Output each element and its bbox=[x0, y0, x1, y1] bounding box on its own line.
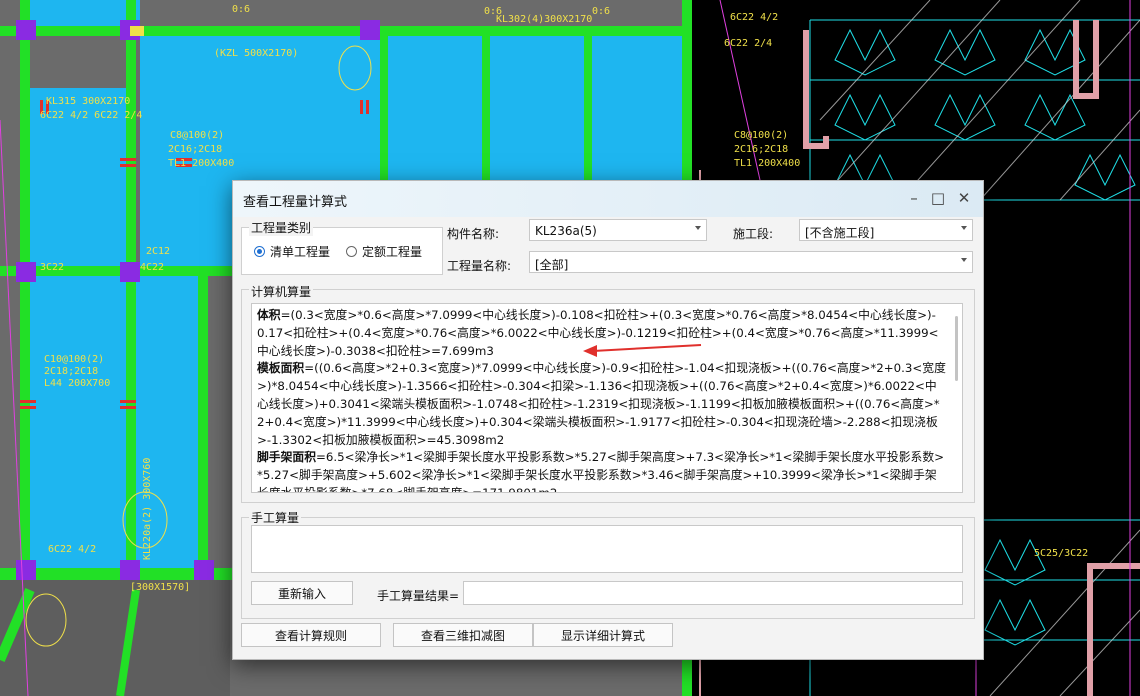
radio-quota-qty[interactable]: 定额工程量 bbox=[346, 243, 422, 260]
manual-result-label: 手工算量结果= bbox=[377, 589, 460, 603]
manual-result-input[interactable] bbox=[463, 581, 963, 605]
formula-textarea[interactable]: 体积=(0.3<宽度>*0.6<高度>*7.0999<中心线长度>)-0.108… bbox=[251, 303, 963, 493]
component-name-select[interactable]: KL236a(5) bbox=[529, 219, 707, 241]
cad-text: 2C16;2C18 bbox=[168, 144, 222, 155]
cad-text: 2C12 bbox=[146, 246, 170, 257]
cad-beam bbox=[584, 26, 592, 180]
radio-bill-qty-label: 清单工程量 bbox=[270, 245, 331, 259]
qty-name-value: [全部] bbox=[535, 258, 569, 272]
minimize-icon[interactable]: – bbox=[903, 187, 925, 209]
cad-column bbox=[360, 20, 380, 40]
cad-text: 6C22 4/2 bbox=[730, 12, 778, 23]
cad-beam bbox=[198, 270, 208, 580]
radio-selected-icon bbox=[254, 246, 265, 257]
maximize-icon[interactable]: □ bbox=[927, 187, 949, 209]
cad-column bbox=[16, 20, 36, 40]
component-name-value: KL236a(5) bbox=[535, 224, 597, 238]
reenter-button[interactable]: 重新输入 bbox=[251, 581, 353, 605]
construction-section-label: 施工段: bbox=[733, 227, 774, 241]
cad-text: L44 200X700 bbox=[44, 378, 110, 389]
close-icon[interactable]: ✕ bbox=[953, 187, 975, 209]
cad-lower-area bbox=[0, 580, 230, 696]
qty-name-select[interactable]: [全部] bbox=[529, 251, 973, 273]
cad-text: C10@100(2) bbox=[44, 354, 104, 365]
construction-section-value: [不含施工段] bbox=[805, 226, 875, 240]
cad-text: 2C18;2C18 bbox=[44, 366, 98, 377]
cad-text: 0:6 bbox=[592, 6, 610, 17]
manual-calc-label: 手工算量 bbox=[249, 509, 302, 526]
formula-name: 模板面积 bbox=[257, 361, 305, 376]
cad-text: 6C22 4/2 bbox=[48, 544, 96, 555]
view-rules-button[interactable]: 查看计算规则 bbox=[241, 623, 381, 647]
view-3d-button[interactable]: 查看三维扣减图 bbox=[393, 623, 533, 647]
cad-text: C8@100(2) bbox=[734, 130, 788, 141]
cad-marker bbox=[130, 26, 144, 36]
formula-entry-formwork: 模板面积=((0.6<高度>*2+0.3<宽度>)*7.0999<中心线长度>)… bbox=[257, 360, 947, 449]
cad-column bbox=[16, 262, 36, 282]
cad-text: 0:6 bbox=[232, 4, 250, 15]
dialog-title: 查看工程量计算式 bbox=[243, 195, 348, 210]
formula-name: 体积 bbox=[257, 308, 281, 322]
cad-column bbox=[194, 560, 214, 580]
formula-name: 脚手架面积 bbox=[257, 450, 316, 465]
cad-text: 4C22 bbox=[140, 262, 164, 273]
cad-column bbox=[120, 560, 140, 580]
cad-text: [300X1570] bbox=[130, 582, 190, 593]
cad-text: 5C25/3C22 bbox=[1034, 548, 1088, 559]
show-detail-button[interactable]: 显示详细计算式 bbox=[533, 623, 673, 647]
formula-entry-scaffold: 脚手架面积=6.5<梁净长>*1<梁脚手架长度水平投影系数>*5.27<脚手架高… bbox=[257, 449, 947, 493]
chevron-down-icon bbox=[961, 258, 967, 262]
cad-text: 6C22 4/2 6C22 2/4 bbox=[40, 110, 142, 121]
cad-text: 6C22 2/4 bbox=[724, 38, 772, 49]
scrollbar-thumb[interactable] bbox=[955, 316, 958, 381]
chevron-down-icon bbox=[961, 226, 967, 230]
cad-column bbox=[16, 560, 36, 580]
cad-text: 2C16;2C18 bbox=[734, 144, 788, 155]
red-arrow-icon bbox=[583, 344, 702, 357]
formula-text: 体积=(0.3<宽度>*0.6<高度>*7.0999<中心线长度>)-0.108… bbox=[257, 307, 947, 493]
cad-slab bbox=[30, 276, 126, 568]
chevron-down-icon bbox=[695, 226, 701, 230]
qty-name-label: 工程量名称: bbox=[447, 259, 512, 273]
calc-formula-dialog: 查看工程量计算式 – □ ✕ 清单工程量 定额工程量 工程量类别 构件名称: K… bbox=[232, 180, 984, 660]
radio-quota-qty-label: 定额工程量 bbox=[362, 245, 423, 259]
cad-text: KL220a(2) 300X760 bbox=[142, 458, 153, 560]
cad-beam bbox=[126, 0, 136, 580]
cad-column bbox=[120, 262, 140, 282]
cad-text: TL1 200X400 bbox=[734, 158, 800, 169]
cad-text: TL1 200X400 bbox=[168, 158, 234, 169]
cad-text: KL302(4)300X2170 bbox=[496, 14, 592, 25]
cad-text: KL315 300X2170 bbox=[46, 96, 130, 107]
computer-calc-label: 计算机算量 bbox=[249, 283, 314, 300]
manual-calc-textarea[interactable] bbox=[251, 525, 963, 573]
radio-bill-qty[interactable]: 清单工程量 bbox=[254, 243, 330, 260]
formula-expression: =6.5<梁净长>*1<梁脚手架长度水平投影系数>*5.27<脚手架高度>+7.… bbox=[257, 450, 945, 493]
cad-text: 3C22 bbox=[40, 262, 64, 273]
construction-section-select[interactable]: [不含施工段] bbox=[799, 219, 973, 241]
qty-category-label: 工程量类别 bbox=[249, 219, 314, 236]
cad-text: (KZL 500X2170) bbox=[214, 48, 298, 59]
radio-unselected-icon bbox=[346, 246, 357, 257]
component-name-label: 构件名称: bbox=[447, 227, 500, 241]
cad-beam bbox=[380, 26, 388, 180]
cad-beam bbox=[482, 26, 490, 180]
dialog-titlebar[interactable]: 查看工程量计算式 – □ ✕ bbox=[233, 181, 983, 217]
cad-beam bbox=[0, 26, 700, 36]
cad-text: C8@100(2) bbox=[170, 130, 224, 141]
formula-expression: =((0.6<高度>*2+0.3<宽度>)*7.0999<中心线长度>)-0.9… bbox=[257, 361, 946, 447]
